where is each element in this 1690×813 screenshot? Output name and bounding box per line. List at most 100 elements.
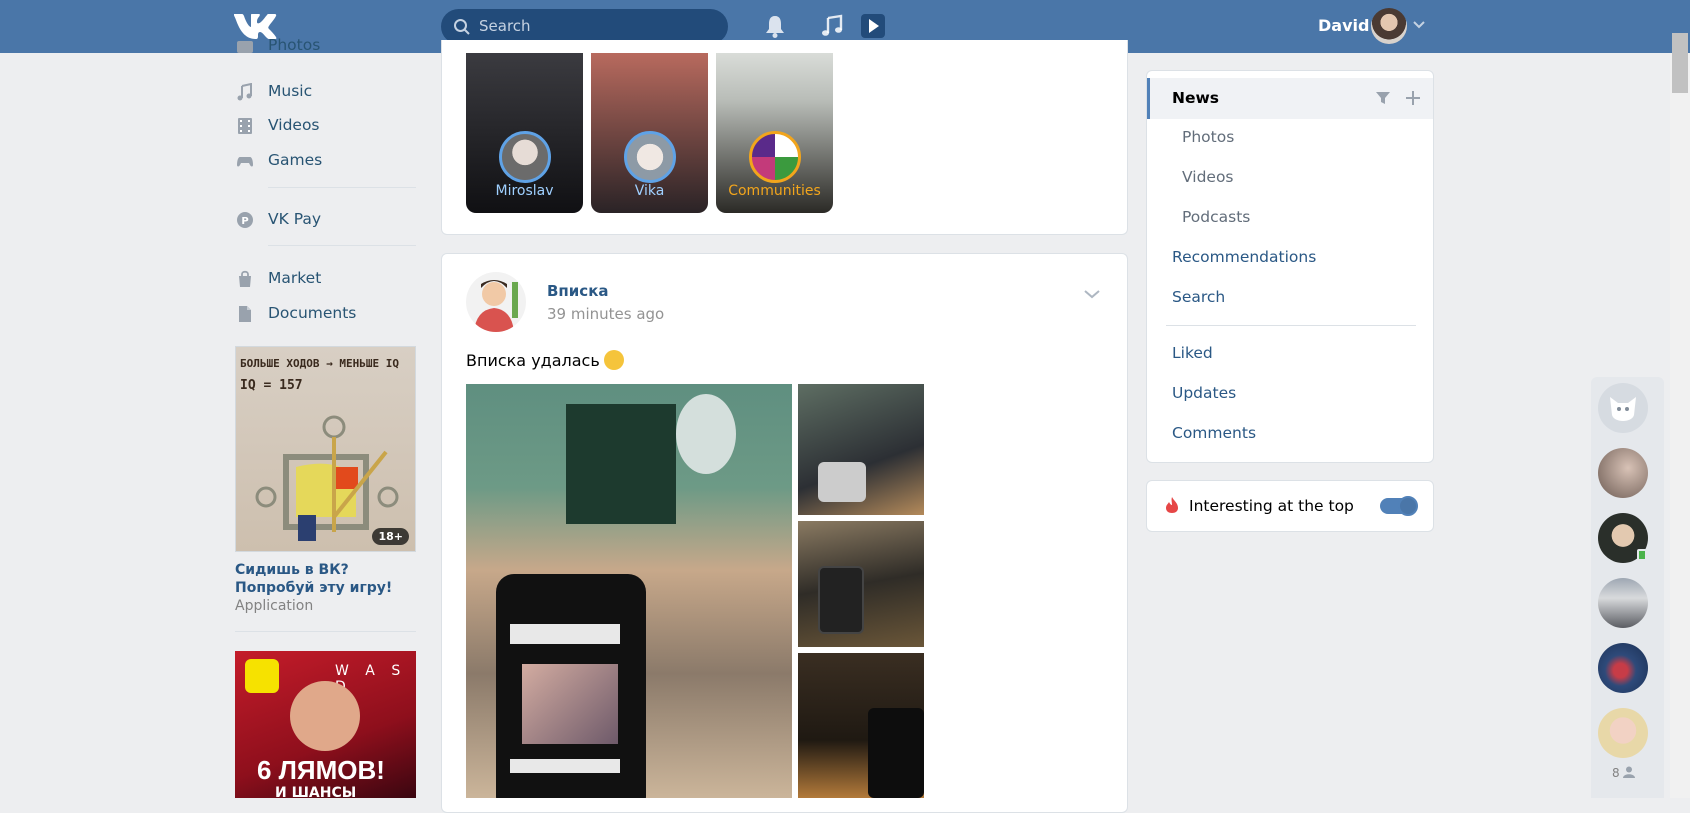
scrollbar-thumb[interactable]: [1672, 33, 1688, 93]
person-icon: [1623, 766, 1636, 778]
story-name: Vika: [634, 183, 665, 199]
age-badge: 18+: [372, 528, 409, 545]
photo-phone: [496, 574, 646, 798]
interesting-toggle[interactable]: [1380, 496, 1418, 516]
music-note-icon[interactable]: [819, 13, 845, 39]
user-name[interactable]: David: [1318, 16, 1369, 35]
nav-label: VK Pay: [268, 210, 322, 228]
chat-contact-avatar[interactable]: [1598, 448, 1648, 498]
menu-item-videos[interactable]: Videos: [1182, 168, 1234, 186]
photo-detail: [566, 404, 676, 524]
page-scrollbar[interactable]: [1670, 53, 1690, 798]
nav-item-music[interactable]: Music: [232, 77, 416, 107]
documents-icon: [239, 306, 251, 322]
chevron-down-icon[interactable]: [1083, 288, 1101, 300]
story-name: Communities: [728, 183, 821, 199]
post-photo-main[interactable]: [466, 384, 792, 798]
filter-icon[interactable]: [1375, 90, 1391, 106]
nav-label: Documents: [268, 304, 357, 322]
bell-icon[interactable]: [762, 13, 788, 39]
menu-item-comments[interactable]: Comments: [1172, 424, 1256, 442]
ad-subline: И ШАНСЫ: [275, 785, 357, 798]
ad-headline: 6 ЛЯМОВ!: [257, 755, 385, 785]
nav-item-games[interactable]: Games: [232, 146, 416, 176]
post-photo-2[interactable]: [798, 384, 924, 515]
games-icon: [237, 157, 253, 167]
nav-item-photos[interactable]: Photos: [232, 36, 416, 70]
nav-item-market[interactable]: Market: [232, 264, 416, 294]
story-avatar: [499, 131, 551, 183]
user-avatar[interactable]: [1371, 8, 1407, 44]
story-communities[interactable]: Communities: [716, 53, 833, 213]
mobile-online-icon: [1637, 549, 1647, 561]
post-photo-4[interactable]: [798, 653, 924, 798]
nav-divider: [268, 187, 416, 188]
ad-image-line: БОЛЬШЕ ХОДОВ → МЕНЬШЕ IQ: [240, 357, 399, 370]
toggle-knob: [1398, 496, 1418, 516]
video-play-icon[interactable]: [860, 13, 886, 39]
ad-promo-image[interactable]: W A S D 6 ЛЯМОВ! И ШАНСЫ: [235, 651, 416, 798]
ad-puzzle-illustration: [255, 415, 399, 541]
menu-divider: [1166, 325, 1416, 326]
menu-item-recommendations[interactable]: Recommendations: [1172, 248, 1316, 266]
search-placeholder: Search: [479, 17, 531, 35]
market-icon: [239, 270, 251, 287]
menu-item-podcasts[interactable]: Podcasts: [1182, 208, 1250, 226]
photo-detail: [868, 708, 924, 798]
post-photo-3[interactable]: [798, 521, 924, 647]
post-author-link[interactable]: Вписка: [547, 282, 609, 300]
ad-title-link[interactable]: Сидишь в ВК? Попробуй эту игру!: [235, 561, 420, 597]
story-miroslav[interactable]: Miroslav: [466, 53, 583, 213]
online-count[interactable]: 8: [1612, 766, 1636, 780]
vk-pay-icon: P: [237, 212, 253, 228]
nav-item-vk-pay[interactable]: P VK Pay: [232, 205, 416, 235]
menu-item-liked[interactable]: Liked: [1172, 344, 1213, 362]
menu-item-news[interactable]: News: [1172, 89, 1219, 107]
search-icon: [454, 19, 470, 35]
post-text-content: Вписка удалась: [466, 351, 600, 370]
photos-icon: [237, 41, 253, 53]
ad-face-illustration: [290, 681, 360, 751]
chevron-down-icon[interactable]: [1412, 20, 1426, 30]
story-avatar: [624, 131, 676, 183]
photo-detail: [522, 664, 618, 744]
chat-contact-avatar[interactable]: [1598, 578, 1648, 628]
chat-bot-avatar[interactable]: [1598, 383, 1648, 433]
photo-detail: [510, 759, 620, 773]
ad-game-image[interactable]: БОЛЬШЕ ХОДОВ → МЕНЬШЕ IQ IQ = 157 18+: [235, 346, 416, 552]
ad-divider: [235, 631, 416, 632]
nav-label: Market: [268, 269, 322, 287]
videos-icon: [238, 118, 252, 134]
chat-contact-avatar[interactable]: [1598, 708, 1648, 758]
photo-detail: [510, 624, 620, 644]
music-icon: [237, 83, 252, 101]
dog-mascot-icon: [1610, 397, 1636, 421]
photo-detail: [676, 394, 736, 474]
online-count-value: 8: [1612, 766, 1620, 780]
ad-coin-icon: [245, 659, 279, 693]
menu-item-updates[interactable]: Updates: [1172, 384, 1236, 402]
chat-contact-avatar[interactable]: [1598, 643, 1648, 693]
svg-text:P: P: [241, 216, 248, 227]
menu-item-photos[interactable]: Photos: [1182, 128, 1234, 146]
post-timestamp[interactable]: 39 minutes ago: [547, 305, 664, 323]
ad-subtitle: Application: [235, 598, 314, 614]
story-vika[interactable]: Vika: [591, 53, 708, 213]
nav-item-documents[interactable]: Documents: [232, 299, 416, 329]
nav-item-videos[interactable]: Videos: [232, 111, 416, 141]
ad-image-text: БОЛЬШЕ ХОДОВ → МЕНЬШЕ IQ IQ = 157: [240, 353, 399, 397]
post-author-avatar[interactable]: [466, 272, 526, 332]
search-input[interactable]: Search: [441, 9, 728, 44]
plus-icon[interactable]: [1405, 90, 1421, 106]
story-avatar: [749, 131, 801, 183]
nav-divider: [268, 245, 416, 246]
photo-detail: [818, 462, 866, 502]
ad-image-line: IQ = 157: [240, 378, 303, 393]
nav-label: Games: [268, 151, 323, 169]
laughing-emoji-icon: [603, 350, 624, 370]
menu-item-search[interactable]: Search: [1172, 288, 1225, 306]
nav-label: Photos: [268, 36, 321, 54]
interesting-label: Interesting at the top: [1189, 497, 1354, 515]
nav-label: Music: [268, 82, 313, 100]
post-avatar-illustration: [474, 280, 518, 332]
